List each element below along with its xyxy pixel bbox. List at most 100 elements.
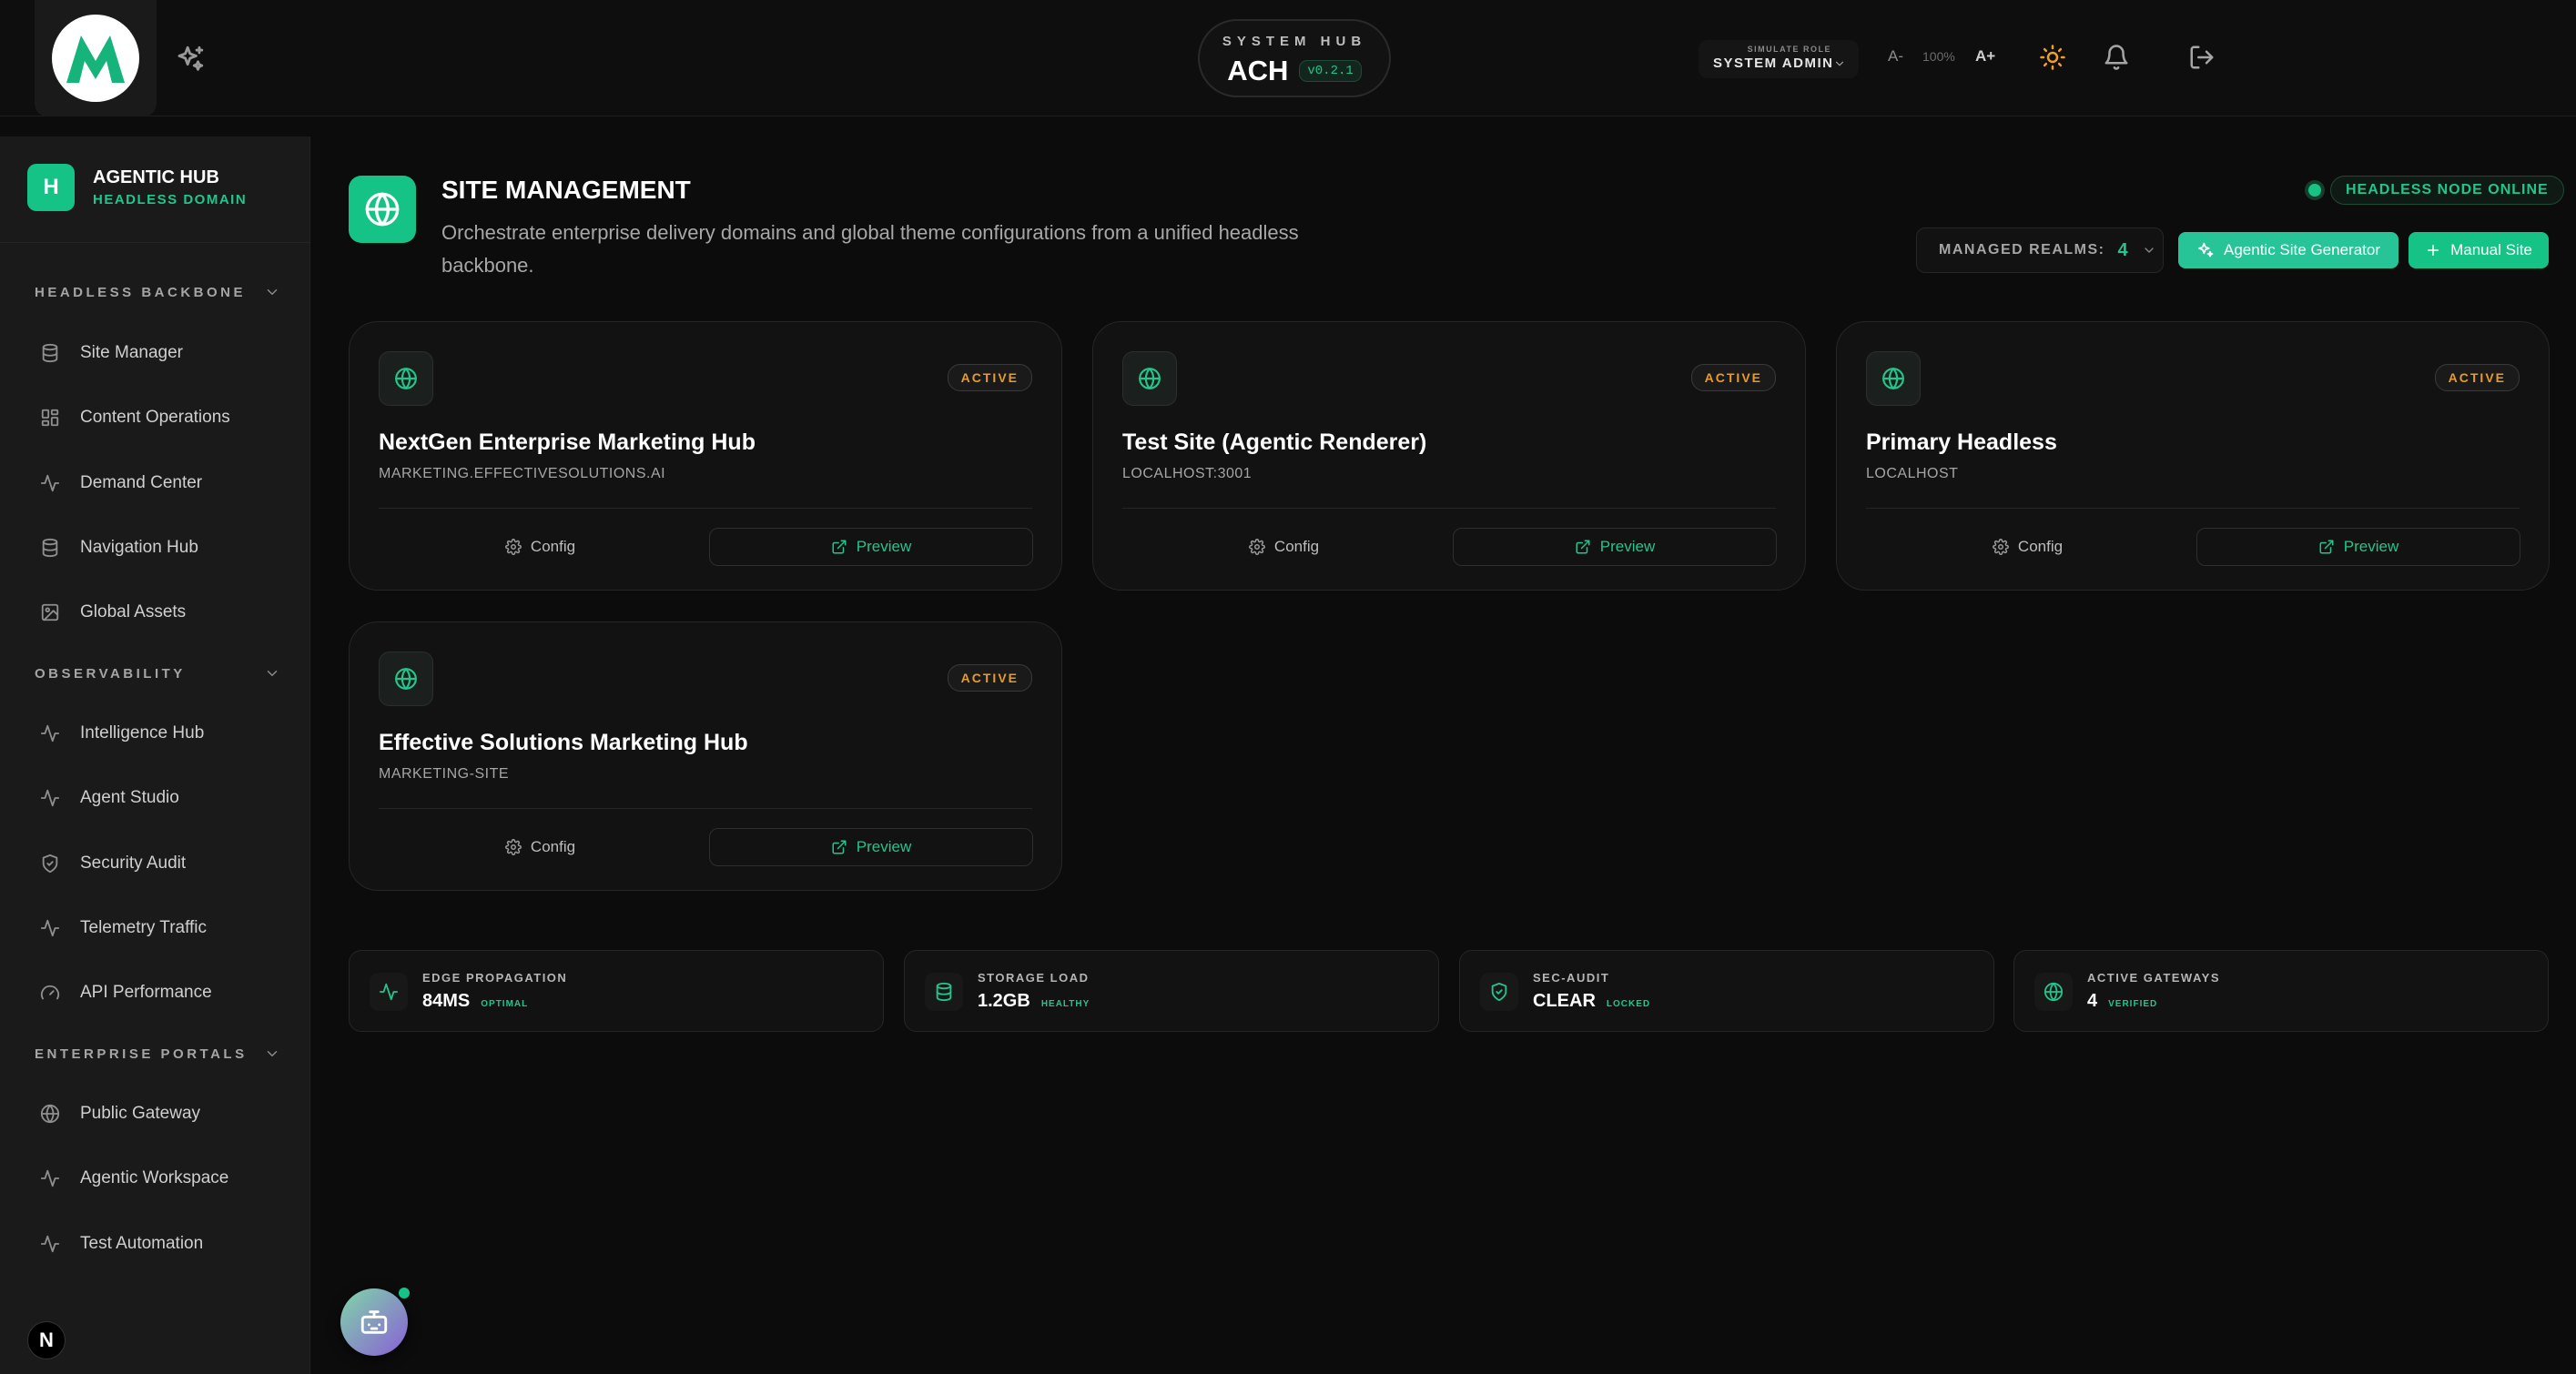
- site-card: ACTIVE NextGen Enterprise Marketing Hub …: [349, 321, 1062, 591]
- card-divider: [379, 808, 1032, 809]
- database-icon: [42, 538, 58, 558]
- config-button[interactable]: Config: [379, 528, 702, 566]
- sparkles-icon[interactable]: [175, 44, 206, 75]
- preview-label: Preview: [2343, 538, 2399, 555]
- sidebar-item-intelligence-hub[interactable]: Intelligence Hub: [27, 710, 291, 757]
- chevron-down-icon: [1835, 61, 1844, 66]
- site-name: Effective Solutions Marketing Hub: [379, 730, 748, 755]
- sidebar-item-demand-center[interactable]: Demand Center: [27, 460, 291, 507]
- gear-icon: [1248, 539, 1265, 555]
- status-badge: ACTIVE: [2434, 364, 2520, 391]
- preview-button[interactable]: Preview: [2196, 528, 2520, 566]
- stat-storage-load: STORAGE LOAD 1.2GB HEALTHY: [904, 950, 1439, 1032]
- section-label: HEADLESS BACKBONE: [35, 284, 247, 300]
- config-label: Config: [1273, 538, 1320, 555]
- managed-realms-dropdown[interactable]: MANAGED REALMS: 4: [1916, 227, 2164, 273]
- section-observability[interactable]: OBSERVABILITY: [35, 661, 280, 686]
- logout-button[interactable]: [2188, 44, 2216, 71]
- globe-icon: [1122, 351, 1177, 406]
- gauge-icon: [40, 985, 60, 1000]
- stat-value: 1.2GB: [978, 991, 1030, 1011]
- sidebar-item-navigation-hub[interactable]: Navigation Hub: [27, 524, 291, 571]
- external-link-icon: [832, 540, 847, 554]
- font-increase-button[interactable]: A+: [1975, 47, 1995, 66]
- version-badge: v0.2.1: [1299, 60, 1362, 82]
- preview-label: Preview: [856, 538, 912, 555]
- theme-toggle-button[interactable]: [2039, 44, 2066, 71]
- config-button[interactable]: Config: [1122, 528, 1445, 566]
- sidebar-divider: [0, 242, 310, 243]
- card-divider: [1866, 508, 2520, 509]
- sun-icon: [2040, 45, 2065, 70]
- sidebar-item-label: Intelligence Hub: [80, 723, 205, 743]
- site-name: Primary Headless: [1866, 429, 2057, 455]
- sidebar-item-global-assets[interactable]: Global Assets: [27, 589, 291, 636]
- stat-label: EDGE PROPAGATION: [422, 971, 568, 985]
- preview-button[interactable]: Preview: [709, 828, 1033, 866]
- sidebar-brand[interactable]: H AGENTIC HUB HEADLESS DOMAIN: [27, 164, 247, 211]
- system-hub-badge: SYSTEM HUB ACH v0.2.1: [1198, 19, 1391, 97]
- site-domain: LOCALHOST:3001: [1122, 466, 1253, 481]
- chevron-down-icon: [267, 289, 278, 295]
- status-badge: ACTIVE: [1690, 364, 1776, 391]
- preview-button[interactable]: Preview: [1453, 528, 1777, 566]
- simulate-role-select[interactable]: SIMULATE ROLE SYSTEM ADMIN: [1699, 40, 1859, 78]
- app-logo[interactable]: [35, 0, 157, 116]
- notifications-button[interactable]: [2103, 44, 2130, 71]
- role-caption: SIMULATE ROLE: [1747, 45, 1831, 54]
- sidebar-item-api-performance[interactable]: API Performance: [27, 969, 291, 1016]
- section-headless-backbone[interactable]: HEADLESS BACKBONE: [35, 279, 280, 305]
- globe-icon: [2034, 973, 2073, 1011]
- stat-tag: OPTIMAL: [481, 999, 529, 1009]
- sidebar-item-label: Demand Center: [80, 473, 203, 492]
- sidebar-item-label: Navigation Hub: [80, 538, 198, 557]
- sidebar-item-label: Security Audit: [80, 854, 187, 873]
- page-title: SITE MANAGEMENT: [441, 176, 691, 204]
- sidebar-item-test-automation[interactable]: Test Automation: [27, 1220, 291, 1268]
- sidebar-item-public-gateway[interactable]: Public Gateway: [27, 1090, 291, 1137]
- sidebar-item-label: Content Operations: [80, 408, 230, 427]
- sidebar-item-content-operations[interactable]: Content Operations: [27, 394, 291, 441]
- sidebar-item-security-audit[interactable]: Security Audit: [27, 840, 291, 887]
- button-label: Agentic Site Generator: [2224, 241, 2380, 258]
- assistant-status-dot: [396, 1285, 412, 1301]
- m-logo-icon: [52, 15, 139, 102]
- site-card: ACTIVE Primary Headless LOCALHOST Config…: [1836, 321, 2550, 591]
- sidebar-item-agentic-workspace[interactable]: Agentic Workspace: [27, 1155, 291, 1202]
- node-status-badge: HEADLESS NODE ONLINE: [2330, 176, 2564, 205]
- nextjs-badge[interactable]: N: [27, 1321, 66, 1359]
- image-icon: [41, 603, 59, 621]
- font-decrease-button[interactable]: A-: [1888, 47, 1903, 66]
- section-label: OBSERVABILITY: [35, 665, 186, 682]
- realms-label: MANAGED REALMS:: [1939, 242, 2105, 258]
- database-icon: [42, 343, 58, 363]
- site-domain: MARKETING-SITE: [379, 766, 510, 782]
- globe-icon: [379, 351, 433, 406]
- section-enterprise-portals[interactable]: ENTERPRISE PORTALS: [35, 1041, 280, 1066]
- manual-site-button[interactable]: Manual Site: [2409, 232, 2549, 268]
- preview-button[interactable]: Preview: [709, 528, 1033, 566]
- site-card: ACTIVE Effective Solutions Marketing Hub…: [349, 621, 1062, 891]
- stat-edge-propagation: EDGE PROPAGATION 84MS OPTIMAL: [349, 950, 884, 1032]
- site-card: ACTIVE Test Site (Agentic Renderer) LOCA…: [1092, 321, 1806, 591]
- globe-icon: [1866, 351, 1921, 406]
- config-button[interactable]: Config: [379, 828, 702, 866]
- status-dot: [2308, 184, 2321, 197]
- agentic-site-generator-button[interactable]: Agentic Site Generator: [2178, 232, 2399, 268]
- brand-title: AGENTIC HUB: [93, 167, 219, 187]
- external-link-icon: [1576, 540, 1590, 554]
- sidebar-item-telemetry-traffic[interactable]: Telemetry Traffic: [27, 904, 291, 952]
- sparkles-icon: [2198, 242, 2214, 258]
- stat-active-gateways: ACTIVE GATEWAYS 4 VERIFIED: [2013, 950, 2549, 1032]
- sidebar-item-label: Global Assets: [80, 602, 187, 621]
- stat-label: SEC-AUDIT: [1533, 971, 1610, 985]
- bot-icon: [360, 1310, 388, 1334]
- sidebar-item-agent-studio[interactable]: Agent Studio: [27, 774, 291, 822]
- config-button[interactable]: Config: [1866, 528, 2189, 566]
- stat-label: STORAGE LOAD: [978, 971, 1090, 985]
- config-label: Config: [2017, 538, 2064, 555]
- sidebar-item-site-manager[interactable]: Site Manager: [27, 329, 291, 377]
- config-label: Config: [530, 538, 576, 555]
- sidebar-item-label: Telemetry Traffic: [80, 918, 208, 937]
- stat-value: CLEAR: [1533, 991, 1596, 1011]
